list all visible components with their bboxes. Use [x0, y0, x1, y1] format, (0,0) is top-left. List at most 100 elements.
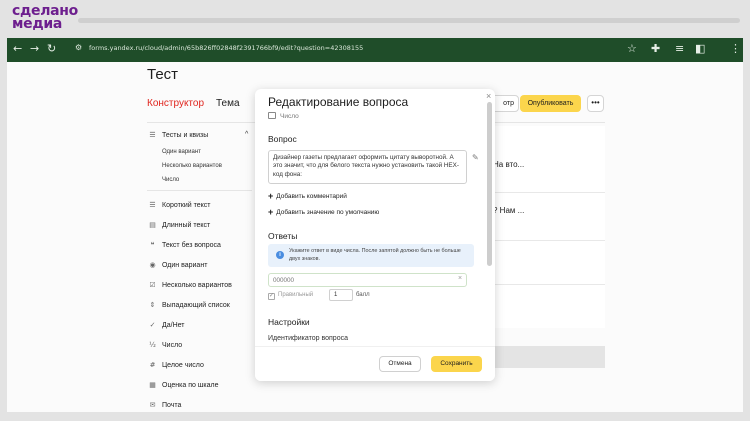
check-icon: ✓ — [149, 321, 156, 329]
sidebar-item-label: Длинный текст — [162, 222, 211, 229]
preview-add-block[interactable] — [491, 346, 605, 368]
sidebar-sub-item[interactable]: Число — [162, 177, 179, 183]
add-comment-link[interactable]: + Добавить комментарий — [268, 191, 347, 201]
checkbox-icon: ☑ — [149, 281, 156, 289]
quote-icon: ❝ — [150, 241, 155, 249]
answer-input[interactable]: 000000 — [268, 273, 467, 287]
sidebar-item[interactable]: ✓ Да/Нет — [147, 321, 185, 329]
question-heading: Вопрос — [268, 134, 297, 144]
save-button[interactable]: Сохранить — [431, 356, 482, 372]
info-icon: i — [276, 251, 284, 259]
sidebar-divider — [147, 190, 252, 191]
answers-heading: Ответы — [268, 231, 298, 241]
close-icon[interactable]: × — [486, 91, 491, 101]
brand-line-2: медиа — [12, 16, 63, 32]
tab-constructor[interactable]: Конструктор — [147, 98, 204, 109]
preview-divider — [493, 192, 605, 193]
sidebar-item-label: Выпадающий список — [162, 302, 230, 309]
cancel-button[interactable]: Отмена — [379, 356, 421, 372]
sidebar-item-label: Да/Нет — [162, 322, 185, 329]
dropdown-icon: ⇕ — [149, 301, 156, 309]
short-text-icon: ☰ — [149, 201, 156, 209]
form-preview-card — [491, 126, 605, 328]
question-type-label: Число — [280, 113, 299, 120]
preview-question-1[interactable]: На вто... — [493, 160, 524, 169]
sidebar-item[interactable]: ½ Число — [147, 341, 182, 349]
back-arrow-icon[interactable]: ← — [13, 42, 22, 56]
sidebar-icon[interactable]: ◧ — [695, 42, 705, 56]
sidebar-group-label: Тесты и квизы — [162, 132, 209, 139]
edit-question-modal: Редактирование вопроса × Число Вопрос Ди… — [255, 89, 495, 381]
preview-divider — [493, 240, 605, 241]
radio-icon: ◉ — [149, 261, 156, 269]
correct-checkbox[interactable]: ✓ Правильный — [268, 292, 313, 300]
site-info-icon[interactable]: ⚙ — [75, 43, 82, 52]
sidebar-item-label: Оценка по шкале — [162, 382, 219, 389]
score-input[interactable]: 1 — [329, 289, 353, 301]
brand-bar — [78, 18, 740, 23]
question-id-label: Идентификатор вопроса — [268, 335, 348, 342]
info-banner: i Укажите ответ в виде числа. После запя… — [268, 244, 474, 267]
reload-icon[interactable]: ↻ — [47, 42, 56, 56]
score-label: балл — [356, 292, 370, 298]
more-button[interactable]: ••• — [587, 95, 604, 112]
checkbox-icon: ✓ — [268, 293, 275, 300]
sidebar-sub-item[interactable]: Один вариант — [162, 149, 201, 155]
forward-arrow-icon[interactable]: → — [30, 42, 39, 56]
add-default-link[interactable]: + Добавить значение по умолчанию — [268, 207, 379, 217]
info-text: Укажите ответ в виде числа. После запято… — [289, 248, 461, 262]
scrollbar[interactable] — [487, 102, 492, 266]
sidebar-item[interactable]: ❝ Текст без вопроса — [147, 241, 221, 249]
playlist-icon[interactable]: ≡ — [675, 42, 684, 56]
sidebar-item-label: Один вариант — [162, 262, 208, 269]
plus-icon: + — [268, 191, 274, 201]
clear-icon[interactable]: × — [458, 275, 462, 282]
address-bar[interactable]: forms.yandex.ru/cloud/admin/65b826ff0284… — [89, 44, 363, 52]
add-comment-label: Добавить комментарий — [276, 193, 347, 200]
sidebar-item[interactable]: ⇕ Выпадающий список — [147, 301, 230, 309]
correct-label: Правильный — [278, 292, 314, 298]
add-default-label: Добавить значение по умолчанию — [276, 209, 380, 216]
sidebar-item[interactable]: ✉ Почта — [147, 401, 182, 409]
sidebar-group-tests[interactable]: ☰ Тесты и квизы — [147, 131, 208, 139]
sidebar-item-label: Целое число — [162, 362, 204, 369]
sidebar-item-label: Текст без вопроса — [162, 242, 221, 249]
sidebar-item[interactable]: ☑ Несколько вариантов — [147, 281, 232, 289]
extensions-icon[interactable]: ✚ — [651, 42, 660, 56]
sidebar-item-label: Короткий текст — [162, 202, 211, 209]
sidebar-item-label: Несколько вариантов — [162, 282, 232, 289]
sidebar-item[interactable]: # Целое число — [147, 361, 204, 369]
number-field-icon — [268, 112, 276, 119]
sidebar-sub-item[interactable]: Несколько вариантов — [162, 163, 222, 169]
outer-frame-top: сделано медиа — [0, 0, 750, 38]
tab-theme[interactable]: Тема — [216, 98, 240, 109]
long-text-icon: ▤ — [149, 221, 156, 229]
modal-footer: Отмена Сохранить — [255, 346, 495, 381]
hash-icon: # — [149, 361, 156, 369]
preview-question-2[interactable]: ? Нам ... — [493, 206, 524, 215]
page-title: Тест — [147, 66, 179, 83]
sidebar-item[interactable]: ▤ Длинный текст — [147, 221, 210, 229]
mail-icon: ✉ — [149, 401, 156, 409]
plus-icon: + — [268, 207, 274, 217]
publish-button[interactable]: Опубликовать — [520, 95, 581, 112]
sidebar-item[interactable]: ☰ Короткий текст — [147, 201, 211, 209]
question-textarea[interactable]: Дизайнер газеты предлагает оформить цита… — [268, 150, 467, 184]
star-icon[interactable]: ☆ — [627, 42, 637, 56]
question-type: Число — [268, 112, 299, 120]
preview-divider — [493, 284, 605, 285]
sidebar-item[interactable]: ◉ Один вариант — [147, 261, 207, 269]
sidebar-item-label: Число — [162, 342, 183, 349]
modal-title: Редактирование вопроса — [268, 95, 409, 109]
grid-icon: ▦ — [149, 381, 156, 389]
brand-logo: сделано медиа — [12, 4, 78, 32]
format-icon[interactable]: ✎ — [472, 153, 479, 162]
sidebar-item[interactable]: ▦ Оценка по шкале — [147, 381, 219, 389]
quiz-icon: ☰ — [149, 131, 156, 139]
fraction-icon: ½ — [149, 341, 156, 349]
settings-heading: Настройки — [268, 317, 310, 327]
browser-toolbar: ← → ↻ ⚙ forms.yandex.ru/cloud/admin/65b8… — [7, 38, 743, 62]
chevron-up-icon[interactable]: ^ — [245, 131, 248, 138]
more-icon[interactable]: ⋮ — [730, 42, 741, 56]
sidebar-item-label: Почта — [162, 402, 182, 409]
